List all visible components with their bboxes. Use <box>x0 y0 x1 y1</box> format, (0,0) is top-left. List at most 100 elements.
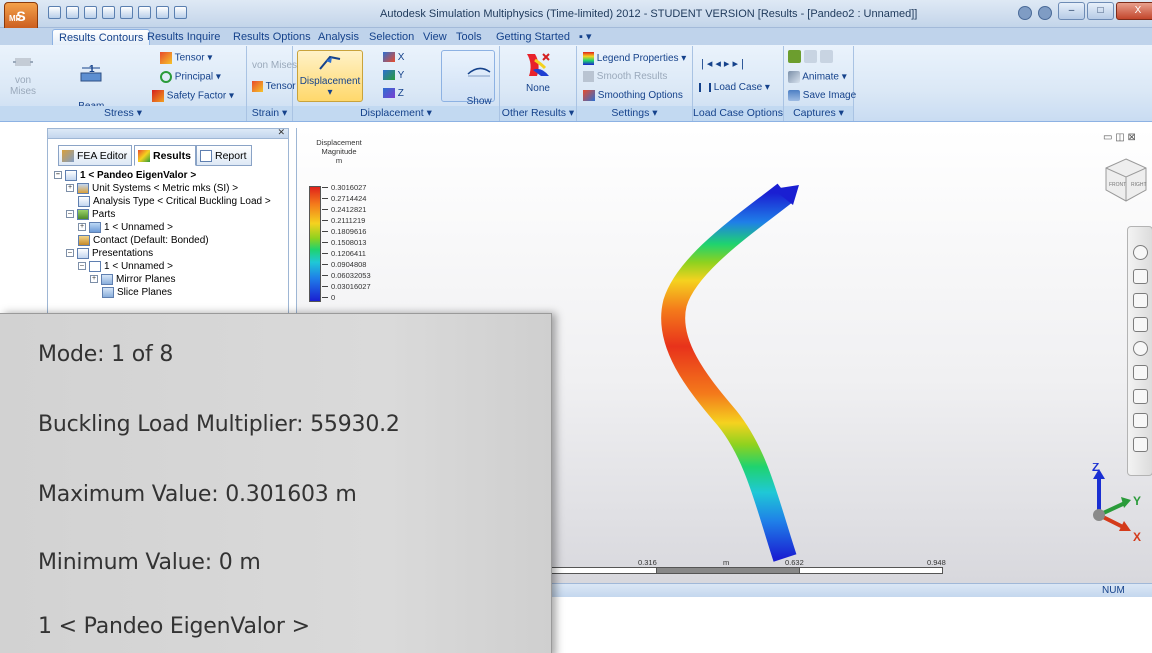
first-frame-icon[interactable]: |◂ <box>701 58 715 70</box>
rewind-icon[interactable] <box>1133 413 1148 428</box>
results-icon[interactable] <box>138 6 151 19</box>
legend-tick <box>322 264 328 265</box>
new-icon[interactable] <box>48 6 61 19</box>
safety-factor-icon <box>152 90 164 102</box>
capture-c-icon[interactable] <box>819 50 833 63</box>
results-info-callout: Mode: 1 of 8 Buckling Load Multiplier: 5… <box>0 313 552 653</box>
tab-tools[interactable]: Tools <box>450 29 488 46</box>
displacement-group: Displacement▾ X Y Z Show Displaced Displ… <box>293 46 500 121</box>
viewport-window-controls[interactable]: ▭ ◫ ⊠ <box>1103 132 1136 143</box>
strain-group-label[interactable]: Strain ▾ <box>247 106 292 121</box>
other-results-group-label[interactable]: Other Results ▾ <box>500 106 576 121</box>
tree-presentation1-label: 1 < Unnamed > <box>104 261 173 272</box>
capture-a-icon[interactable] <box>788 50 801 63</box>
tab-extra-menu[interactable]: ▪ ▾ <box>573 29 597 46</box>
displacement-x-button[interactable]: X <box>383 52 404 64</box>
tab-view[interactable]: View <box>417 29 453 46</box>
mesh-icon[interactable] <box>120 6 133 19</box>
panel-close-icon[interactable]: ✕ <box>277 127 285 138</box>
captures-group-label[interactable]: Captures ▾ <box>784 106 853 121</box>
displacement-z-button[interactable]: Z <box>383 88 404 100</box>
strain-von-mises-button[interactable]: von Mises <box>252 60 297 72</box>
center-icon[interactable] <box>1133 389 1148 404</box>
other-results-none-button[interactable]: None <box>512 50 564 94</box>
stress-group-label[interactable]: Stress ▾ <box>0 106 246 121</box>
steering-wheel-icon[interactable] <box>1133 245 1148 260</box>
nav-options-icon[interactable] <box>1133 437 1148 452</box>
collapse-icon[interactable]: – <box>66 210 74 219</box>
model-icon[interactable] <box>102 6 115 19</box>
tree-item-contact[interactable]: Contact (Default: Bonded) <box>78 234 209 247</box>
expand-icon[interactable]: + <box>78 223 86 232</box>
stress-von-mises-button[interactable]: von Mises <box>2 52 44 97</box>
tree-item-root[interactable]: – 1 < Pandeo EigenValor > <box>54 169 196 182</box>
minimize-button[interactable]: – <box>1058 2 1085 20</box>
pan-icon[interactable] <box>1133 269 1148 284</box>
tree-parts-label: Parts <box>92 209 116 220</box>
tab-report[interactable]: Report <box>196 145 252 166</box>
tree-item-mirror-planes[interactable]: + Mirror Planes <box>90 273 175 286</box>
capture-b-icon[interactable] <box>803 50 817 63</box>
collapse-icon[interactable]: – <box>78 262 86 271</box>
legend-value: 0.3016027 <box>331 183 367 192</box>
expand-icon[interactable]: + <box>90 275 98 284</box>
smooth-results-button[interactable]: Smooth Results <box>583 71 667 83</box>
save-image-icon <box>788 90 800 101</box>
redo-icon[interactable] <box>174 6 187 19</box>
settings-group-label[interactable]: Settings ▾ <box>577 106 692 121</box>
tree-item-slice-planes[interactable]: Slice Planes <box>102 286 172 299</box>
smoothing-options-button[interactable]: Smoothing Options <box>583 90 683 102</box>
collapse-icon[interactable]: – <box>66 249 74 258</box>
tab-analysis[interactable]: Analysis <box>312 29 365 46</box>
save-icon[interactable] <box>84 6 97 19</box>
expand-icon[interactable]: + <box>66 184 74 193</box>
beam-truss-button[interactable]: 1 Beam and Truss <box>56 52 104 134</box>
open-icon[interactable] <box>66 6 79 19</box>
legend-tick <box>322 242 328 243</box>
axis-triad-icon: Z Y X <box>1092 463 1141 543</box>
last-frame-icon[interactable]: ▸| <box>732 58 746 70</box>
tab-getting-started[interactable]: Getting Started <box>490 29 576 46</box>
animate-button[interactable]: Animate ▾ <box>788 71 847 84</box>
tree-item-presentation-1[interactable]: – 1 < Unnamed > <box>78 260 173 273</box>
orbit-icon[interactable] <box>1133 317 1148 332</box>
search-help-icon[interactable] <box>1018 6 1032 20</box>
ruler-segment <box>799 567 943 574</box>
tree-item-presentations[interactable]: – Presentations <box>66 247 153 260</box>
safety-factor-button[interactable]: Safety Factor ▾ <box>152 90 234 103</box>
show-displaced-button[interactable]: Show Displaced <box>441 50 495 118</box>
tab-results-panel[interactable]: Results <box>134 145 196 166</box>
displacement-group-label[interactable]: Displacement ▾ <box>293 106 499 121</box>
viewcube-icon[interactable]: FRONT RIGHT <box>1103 156 1149 206</box>
close-button[interactable]: X <box>1116 2 1152 20</box>
load-case-button[interactable]: Load Case ▾ <box>699 82 770 94</box>
legend-tick <box>322 187 328 188</box>
tab-results-inquire[interactable]: Results Inquire <box>141 29 226 46</box>
legend-value: 0.1508013 <box>331 238 367 247</box>
tree-item-part-1[interactable]: +1 < Unnamed > <box>78 221 173 234</box>
tab-fea-editor[interactable]: FEA Editor <box>58 145 133 166</box>
collapse-icon[interactable]: – <box>54 171 62 180</box>
save-image-button[interactable]: Save Image <box>788 90 856 102</box>
previous-frame-icon[interactable]: ◂ <box>715 58 724 70</box>
smooth-icon <box>583 71 594 82</box>
tab-selection[interactable]: Selection <box>363 29 420 46</box>
displacement-button[interactable]: Displacement ▾ <box>297 50 363 102</box>
tree-item-analysis-type[interactable]: Analysis Type < Critical Buckling Load > <box>78 195 271 208</box>
info-icon[interactable] <box>1038 6 1052 20</box>
displacement-y-button[interactable]: Y <box>383 70 404 82</box>
tree-item-parts[interactable]: – Parts <box>66 208 115 221</box>
tree-item-unit-systems[interactable]: + Unit Systems < Metric mks (SI) > <box>66 182 238 195</box>
zoom-icon[interactable] <box>1133 293 1148 308</box>
maximize-button[interactable]: □ <box>1087 2 1114 20</box>
principal-button[interactable]: Principal ▾ <box>160 71 221 84</box>
legend-properties-button[interactable]: Legend Properties ▾ <box>583 52 686 65</box>
walk-icon[interactable] <box>1133 365 1148 380</box>
look-icon[interactable] <box>1133 341 1148 356</box>
minimum-value-text: Minimum Value: 0 m <box>38 550 261 575</box>
stress-tensor-button[interactable]: Tensor ▾ <box>160 52 212 65</box>
tab-results-contours[interactable]: Results Contours <box>52 29 151 46</box>
tab-results-options[interactable]: Results Options <box>227 29 317 46</box>
app-window: S MP Autodesk Simulation Multiphysics (Ti… <box>0 0 1152 653</box>
undo-icon[interactable] <box>156 6 169 19</box>
